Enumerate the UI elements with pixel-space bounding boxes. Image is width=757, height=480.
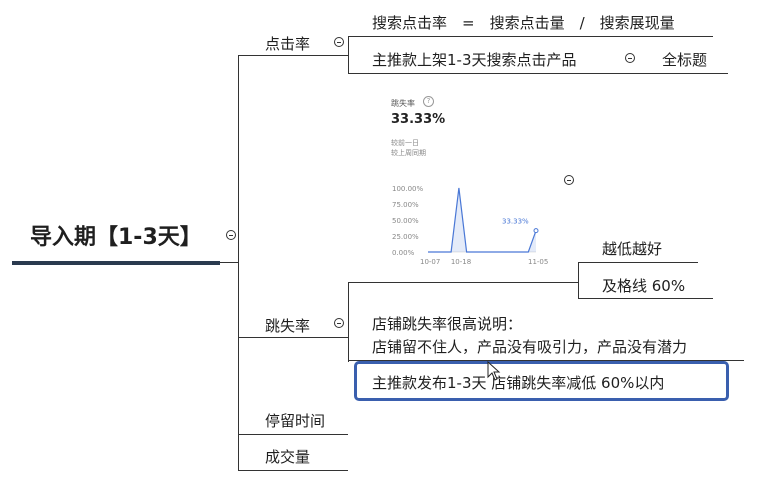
lower-better-underline — [578, 262, 698, 263]
branch-deal[interactable]: 成交量 — [265, 446, 310, 467]
bounce-rate-chart-card: 跳失率 ? 33.33% 较前一日 较上周同期 100.00% 75.00% 50.… — [388, 90, 548, 270]
point-annotation: 33.33% — [502, 218, 529, 226]
pass-line-underline — [578, 298, 713, 299]
ctr-formula-underline — [348, 36, 713, 37]
mouse-cursor-icon — [487, 361, 501, 381]
collapse-toggle-icon[interactable] — [334, 37, 344, 47]
collapse-toggle-icon[interactable] — [334, 318, 344, 328]
ctr-children-line — [348, 36, 349, 74]
x-tick-label: 11-05 — [528, 258, 548, 266]
trunk-line — [238, 56, 239, 470]
bounce-highlight-text[interactable]: 主推款发布1-3天 店铺跳失率减低 60%以内 — [372, 372, 664, 393]
y-tick-label: 75.00% — [392, 201, 419, 209]
bounce-top-connector — [348, 282, 578, 283]
y-tick-label: 0.00% — [392, 249, 415, 257]
y-tick-label: 50.00% — [392, 217, 419, 225]
bounce-explain-line1[interactable]: 店铺跳失率很高说明： — [372, 313, 522, 334]
collapse-toggle-icon[interactable] — [564, 175, 574, 185]
bounce-line-chart: 100.00% 75.00% 50.00% 25.00% 0.00% 33.33% 10-0… — [392, 185, 548, 266]
collapse-toggle-icon[interactable] — [625, 53, 635, 63]
y-tick-label: 100.00% — [392, 185, 423, 193]
bounce-children-line — [348, 282, 349, 362]
root-underline — [12, 261, 220, 265]
ctr-product-underline — [348, 73, 728, 74]
last-point — [533, 228, 539, 234]
y-tick-label: 25.00% — [392, 233, 419, 241]
ctr-underline — [238, 55, 348, 56]
branch-bounce[interactable]: 跳失率 — [265, 315, 310, 336]
bounce-sub-line — [578, 262, 579, 298]
ctr-title-text[interactable]: 全标题 — [662, 49, 707, 70]
stay-underline — [238, 434, 348, 435]
bounce-lower-text[interactable]: 越低越好 — [602, 238, 662, 259]
bounce-pass-text[interactable]: 及格线 60% — [602, 275, 685, 296]
ctr-formula-text[interactable]: 搜索点击率 = 搜索点击量 / 搜索展现量 — [372, 12, 675, 33]
branch-stay[interactable]: 停留时间 — [265, 410, 325, 431]
ctr-product-text[interactable]: 主推款上架1-3天搜索点击产品 — [372, 49, 577, 70]
bounce-underline — [238, 337, 348, 338]
branch-ctr[interactable]: 点击率 — [265, 33, 310, 54]
root-node-label[interactable]: 导入期【1-3天】 — [30, 219, 202, 251]
bounce-explain-line2[interactable]: 店铺留不住人，产品没有吸引力，产品没有潜力 — [372, 336, 687, 357]
x-tick-label: 10-18 — [451, 258, 471, 266]
deal-underline — [238, 470, 348, 471]
collapse-toggle-icon[interactable] — [226, 230, 236, 240]
root-connector — [220, 262, 238, 263]
x-tick-label: 10-07 — [420, 258, 440, 266]
